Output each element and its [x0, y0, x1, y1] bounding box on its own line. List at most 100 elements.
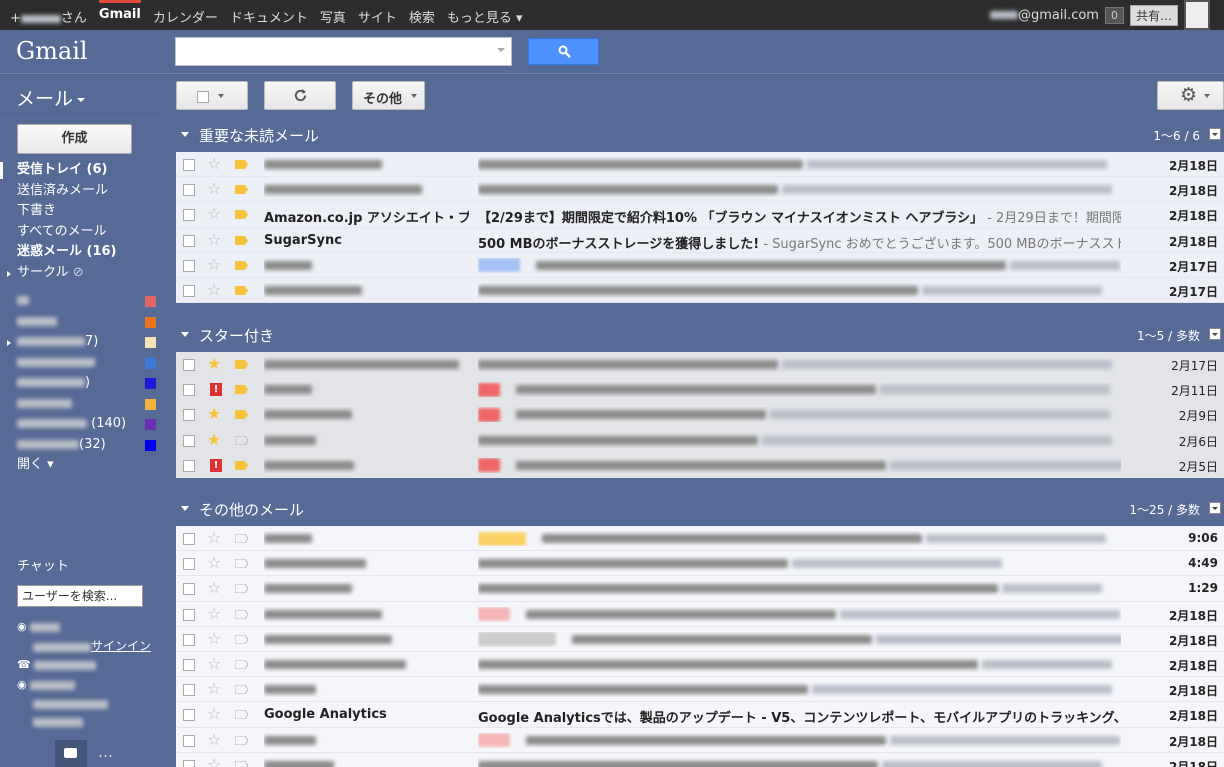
table-row[interactable]: ☆ 2月17日 — [176, 277, 1224, 304]
label-color-swatch[interactable] — [145, 419, 156, 430]
user-name-link[interactable]: + さん — [10, 7, 87, 26]
refresh-button[interactable] — [264, 81, 336, 110]
label-color-swatch[interactable] — [145, 398, 156, 410]
row-checkbox[interactable] — [183, 234, 195, 247]
importance-marker-icon[interactable] — [235, 760, 248, 767]
search-options-dropdown-icon[interactable] — [497, 48, 505, 52]
label-color-swatch[interactable] — [145, 439, 156, 451]
star-icon[interactable]: ☆ — [207, 629, 221, 648]
sidebar-item-circles[interactable]: サークル ⊘ — [0, 263, 165, 284]
gmail-logo[interactable]: Gmail — [16, 37, 88, 65]
sidebar-item-all-mail[interactable]: すべてのメール — [0, 222, 165, 243]
share-button[interactable]: 共有… — [1129, 4, 1178, 26]
star-icon[interactable]: ★ — [207, 405, 221, 423]
star-icon[interactable]: ☆ — [207, 280, 221, 299]
sidebar-label[interactable] — [0, 312, 165, 333]
signin-link[interactable]: サインイン — [91, 639, 151, 653]
row-checkbox[interactable] — [183, 684, 195, 697]
row-checkbox[interactable] — [183, 533, 195, 545]
star-icon[interactable]: ☆ — [207, 755, 221, 767]
star-icon[interactable]: ☆ — [207, 730, 221, 749]
importance-marker-icon[interactable] — [235, 685, 248, 695]
star-icon[interactable]: ☆ — [207, 604, 221, 623]
expand-arrow-icon[interactable] — [7, 340, 11, 346]
collapse-arrow-icon[interactable] — [181, 132, 189, 137]
row-checkbox[interactable] — [183, 284, 195, 297]
table-row[interactable]: ☆ Google Analytics Google Analyticsでは、製品… — [176, 702, 1224, 728]
table-row[interactable]: ☆ 2月17日 — [176, 252, 1224, 278]
star-icon[interactable]: ☆ — [207, 579, 221, 597]
chat-bubble-button[interactable] — [55, 740, 87, 767]
sidebar-item-drafts[interactable]: 下書き — [0, 201, 165, 222]
table-row[interactable]: ★ 2月6日 — [176, 427, 1224, 453]
row-checkbox[interactable] — [183, 409, 195, 422]
more-icon[interactable]: … — [98, 743, 113, 761]
row-checkbox[interactable] — [183, 434, 195, 447]
chat-contact[interactable]: ◉ — [17, 620, 61, 633]
table-row[interactable]: ☆ 2月18日 — [176, 677, 1224, 703]
more-actions-button[interactable]: その他 — [352, 81, 425, 110]
importance-marker-icon[interactable] — [235, 260, 248, 270]
sidebar-label[interactable]: (32) — [0, 435, 165, 456]
nav-search[interactable]: 検索 — [409, 7, 435, 26]
row-checkbox[interactable] — [183, 184, 195, 197]
sidebar-label[interactable] — [0, 394, 165, 415]
row-checkbox[interactable] — [183, 658, 195, 671]
importance-marker-icon[interactable] — [235, 360, 248, 369]
nav-gmail[interactable]: Gmail — [98, 0, 141, 26]
sidebar-item-inbox[interactable]: 受信トレイ (6) — [0, 160, 165, 181]
star-icon[interactable]: ★ — [207, 355, 221, 373]
table-row[interactable]: ★ 2月17日 — [176, 352, 1224, 378]
row-checkbox[interactable] — [183, 459, 195, 472]
settings-button[interactable]: ⚙ — [1157, 81, 1224, 110]
table-row[interactable]: ! 2月5日 — [176, 452, 1224, 478]
avatar[interactable] — [1184, 0, 1210, 30]
importance-marker-icon[interactable] — [235, 634, 248, 644]
nav-sites[interactable]: サイト — [358, 7, 397, 26]
row-checkbox[interactable] — [183, 709, 195, 722]
section-title[interactable]: その他のメール — [199, 499, 304, 520]
table-row[interactable]: ! 2月11日 — [176, 377, 1224, 403]
section-title[interactable]: スター付き — [199, 325, 274, 346]
row-checkbox[interactable] — [183, 384, 195, 397]
sidebar-item-spam[interactable]: 迷惑メール (16) — [0, 242, 165, 263]
row-checkbox[interactable] — [183, 734, 195, 747]
priority-icon[interactable]: ! — [210, 383, 222, 397]
account-email[interactable]: @gmail.com — [989, 8, 1099, 23]
star-icon[interactable]: ☆ — [207, 654, 221, 673]
table-row[interactable]: ☆ 2月18日 — [176, 727, 1224, 753]
select-checkbox-button[interactable] — [176, 81, 248, 110]
compose-button[interactable]: 作成 — [17, 124, 132, 154]
label-color-swatch[interactable] — [145, 337, 156, 348]
chat-contact[interactable]: ☎ — [17, 658, 97, 671]
importance-marker-icon[interactable] — [235, 435, 248, 445]
importance-marker-icon[interactable] — [235, 235, 248, 245]
label-color-swatch[interactable] — [145, 296, 156, 307]
importance-marker-icon[interactable] — [235, 210, 248, 220]
row-checkbox[interactable] — [183, 359, 195, 371]
table-row[interactable]: ☆ 2月18日 — [176, 152, 1224, 178]
star-icon[interactable]: ☆ — [207, 255, 221, 274]
expand-arrow-icon[interactable] — [7, 270, 11, 277]
importance-marker-icon[interactable] — [235, 659, 248, 669]
nav-more[interactable]: もっと見る ▾ — [447, 7, 523, 26]
importance-marker-icon[interactable] — [235, 710, 248, 720]
star-icon[interactable]: ☆ — [207, 155, 221, 173]
label-color-swatch[interactable] — [145, 378, 156, 389]
sidebar-label[interactable] — [0, 353, 165, 374]
mail-switcher[interactable]: メール — [16, 84, 86, 111]
star-icon[interactable]: ☆ — [207, 680, 221, 698]
search-input[interactable] — [175, 37, 512, 66]
section-options-icon[interactable] — [1209, 128, 1221, 140]
importance-marker-icon[interactable] — [235, 285, 248, 295]
section-options-icon[interactable] — [1209, 502, 1221, 514]
table-row[interactable]: ☆ 2月18日 — [176, 651, 1224, 678]
table-row[interactable]: ☆ Amazon.co.jp アソシエイト・プログ 【2/29まで】期間限定で紹… — [176, 202, 1224, 228]
collapse-arrow-icon[interactable] — [181, 332, 189, 337]
sidebar-label[interactable]: (140) — [0, 414, 165, 435]
search-button[interactable] — [528, 38, 599, 65]
notification-count[interactable]: 0 — [1104, 6, 1124, 24]
section-options-icon[interactable] — [1209, 328, 1221, 340]
table-row[interactable]: ☆ 4:49 — [176, 551, 1224, 577]
priority-icon[interactable]: ! — [210, 458, 222, 472]
